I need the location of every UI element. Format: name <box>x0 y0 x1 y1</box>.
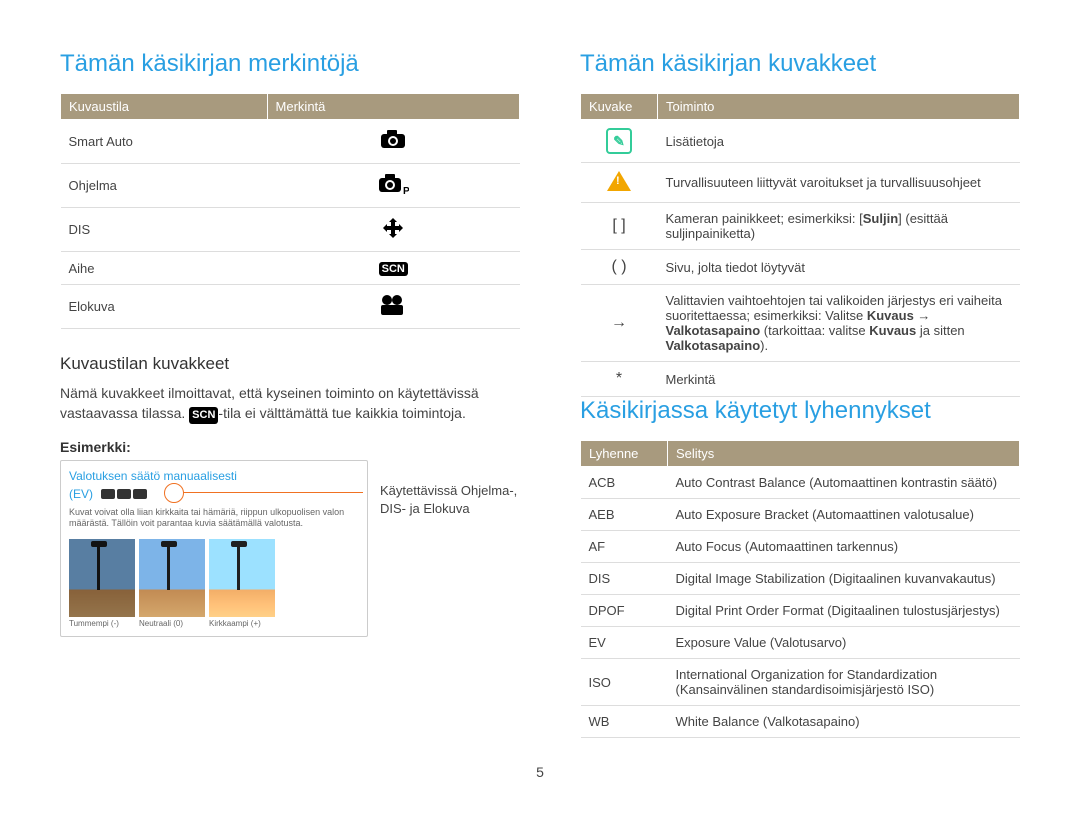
mode-icon-cell <box>267 208 519 252</box>
body-text: Nämä kuvakkeet ilmoittavat, että kyseine… <box>60 384 520 424</box>
table-row: Elokuva <box>61 285 520 329</box>
th-expl: Selitys <box>668 441 1020 467</box>
table-row: * Merkintä <box>581 362 1020 397</box>
mode-label: Aihe <box>61 252 268 285</box>
scn-icon: SCN <box>379 262 408 276</box>
icon-sym: → <box>581 285 658 362</box>
abbr: DPOF <box>581 595 668 627</box>
abbrev-table: Lyhenne Selitys ACBAuto Contrast Balance… <box>580 440 1020 738</box>
table-row: [ ] Kameran painikkeet; esimerkiksi: [Su… <box>581 203 1020 250</box>
abbr: DIS <box>581 563 668 595</box>
icon-fn: Lisätietoja <box>658 120 1020 163</box>
dis-icon <box>377 216 409 240</box>
table-row: DISDigital Image Stabilization (Digitaal… <box>581 563 1020 595</box>
abbr: AEB <box>581 499 668 531</box>
icon-fn: Merkintä <box>658 362 1020 397</box>
expl: Exposure Value (Valotusarvo) <box>668 627 1020 659</box>
table-row: Aihe SCN <box>61 252 520 285</box>
th-fn: Toiminto <box>658 94 1020 120</box>
abbr: AF <box>581 531 668 563</box>
mode-label: Smart Auto <box>61 120 268 164</box>
thumb-cap: Neutraali (0) <box>139 619 205 628</box>
example-figure: Valotuksen säätö manuaalisesti (EV) Kuva… <box>60 460 368 637</box>
thumb-cap: Kirkkaampi (+) <box>209 619 275 628</box>
expl: Digital Image Stabilization (Digitaaline… <box>668 563 1020 595</box>
info-icon: ✎ <box>606 128 632 154</box>
th-mode: Kuvaustila <box>61 94 268 120</box>
table-row: ISOInternational Organization for Standa… <box>581 659 1020 706</box>
expl: Auto Exposure Bracket (Automaattinen val… <box>668 499 1020 531</box>
mode-label: Elokuva <box>61 285 268 329</box>
expl: Auto Focus (Automaattinen tarkennus) <box>668 531 1020 563</box>
icon-fn: Valittavien vaihtoehtojen tai valikoiden… <box>658 285 1020 362</box>
table-row: Ohjelma P <box>61 164 520 208</box>
expl: International Organization for Standardi… <box>668 659 1020 706</box>
svg-text:P: P <box>403 186 409 196</box>
table-row: AEBAuto Exposure Bracket (Automaattinen … <box>581 499 1020 531</box>
thumb-dark <box>69 539 135 617</box>
camera-smart-icon <box>377 128 409 152</box>
mode-icon-cell <box>267 285 519 329</box>
expl: Auto Contrast Balance (Automaattinen kon… <box>668 467 1020 499</box>
abbr: ACB <box>581 467 668 499</box>
thumb-bright <box>209 539 275 617</box>
th-mark: Merkintä <box>267 94 519 120</box>
abbr: EV <box>581 627 668 659</box>
expl: White Balance (Valkotasapaino) <box>668 706 1020 738</box>
mode-icon-cell: SCN <box>267 252 519 285</box>
expl: Digital Print Order Format (Digitaalinen… <box>668 595 1020 627</box>
table-row: EVExposure Value (Valotusarvo) <box>581 627 1020 659</box>
example-label: Esimerkki: <box>60 439 520 455</box>
table-row: DIS <box>61 208 520 252</box>
modes-table: Kuvaustila Merkintä Smart Auto Ohjelma <box>60 93 520 329</box>
table-row: WBWhite Balance (Valkotasapaino) <box>581 706 1020 738</box>
mode-icon-cell <box>267 120 519 164</box>
mini-mode-icons <box>101 489 147 499</box>
table-row: DPOFDigital Print Order Format (Digitaal… <box>581 595 1020 627</box>
table-row: ✎ Lisätietoja <box>581 120 1020 163</box>
th-icon: Kuvake <box>581 94 658 120</box>
table-row: Turvallisuuteen liittyvät varoitukset ja… <box>581 163 1020 203</box>
icon-sym: * <box>581 362 658 397</box>
icon-sym <box>581 163 658 203</box>
icon-fn: Turvallisuuteen liittyvät varoitukset ja… <box>658 163 1020 203</box>
camera-p-icon: P <box>377 172 409 196</box>
example-ev: (EV) <box>69 487 93 501</box>
icon-sym: ( ) <box>581 250 658 285</box>
video-icon <box>377 293 409 317</box>
mode-label: DIS <box>61 208 268 252</box>
warning-icon <box>607 171 631 191</box>
left-title: Tämän käsikirjan merkintöjä <box>60 50 520 78</box>
mode-label: Ohjelma <box>61 164 268 208</box>
right-title-2: Käsikirjassa käytetyt lyhennykset <box>580 397 1020 425</box>
th-abbr: Lyhenne <box>581 441 668 467</box>
table-row: → Valittavien vaihtoehtojen tai valikoid… <box>581 285 1020 362</box>
example-desc: Kuvat voivat olla liian kirkkaita tai hä… <box>69 507 359 529</box>
scn-inline-chip: SCN <box>189 407 218 424</box>
table-row: AFAuto Focus (Automaattinen tarkennus) <box>581 531 1020 563</box>
table-row: ( ) Sivu, jolta tiedot löytyvät <box>581 250 1020 285</box>
page-number: 5 <box>0 764 1080 780</box>
icon-fn: Kameran painikkeet; esimerkiksi: [Suljin… <box>658 203 1020 250</box>
mode-icon-cell: P <box>267 164 519 208</box>
callout-leader <box>183 492 363 493</box>
abbr: WB <box>581 706 668 738</box>
icon-sym: ✎ <box>581 120 658 163</box>
icon-sym: [ ] <box>581 203 658 250</box>
icon-fn: Sivu, jolta tiedot löytyvät <box>658 250 1020 285</box>
right-title-1: Tämän käsikirjan kuvakkeet <box>580 50 1020 78</box>
thumb-cap: Tummempi (-) <box>69 619 135 628</box>
thumb-neutral <box>139 539 205 617</box>
callout-note: Käytettävissä Ohjelma-, DIS- ja Elokuva <box>380 482 520 518</box>
table-row: Smart Auto <box>61 120 520 164</box>
icons-table: Kuvake Toiminto ✎ Lisätietoja Turvallisu… <box>580 93 1020 397</box>
sub-heading: Kuvaustilan kuvakkeet <box>60 354 520 374</box>
abbr: ISO <box>581 659 668 706</box>
example-title: Valotuksen säätö manuaalisesti <box>69 469 359 483</box>
callout-circle <box>164 483 184 503</box>
table-row: ACBAuto Contrast Balance (Automaattinen … <box>581 467 1020 499</box>
